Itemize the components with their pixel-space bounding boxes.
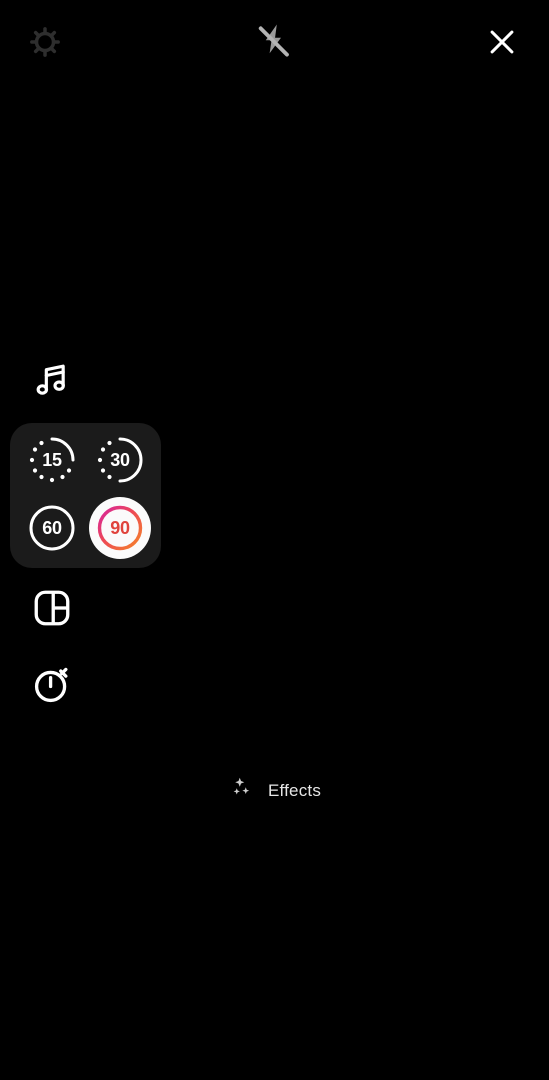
effects-carousel[interactable] <box>0 845 549 937</box>
duration-option-15[interactable]: 15 <box>18 426 86 494</box>
effects-label: Effects <box>267 781 322 800</box>
close-icon <box>485 25 519 64</box>
duration-option-90[interactable]: 90 <box>86 494 154 562</box>
duration-label-90: 90 <box>110 517 130 538</box>
duration-label-15: 15 <box>42 449 62 470</box>
duration-option-60[interactable]: 60 <box>18 494 86 562</box>
top-bar <box>0 0 549 92</box>
effects-header[interactable]: Effects <box>0 772 549 810</box>
sparkles-icon <box>228 774 258 809</box>
duration-label-60: 60 <box>42 517 62 538</box>
settings-button[interactable] <box>21 20 69 68</box>
layout-button[interactable] <box>24 582 80 638</box>
duration-label-30: 30 <box>110 449 130 470</box>
gear-icon <box>25 22 65 67</box>
duration-option-30[interactable]: 30 <box>86 426 154 494</box>
timer-button[interactable] <box>24 658 80 714</box>
stopwatch-icon <box>31 663 73 710</box>
bottom-bar: T STORY REEL LIVE <box>0 985 549 1080</box>
duration-panel: 15 30 60 90 <box>10 423 161 568</box>
layout-grid-icon <box>31 587 73 634</box>
music-button[interactable] <box>24 353 80 409</box>
flash-toggle-button[interactable] <box>248 18 300 70</box>
flash-off-icon <box>253 21 295 68</box>
close-button[interactable] <box>478 20 526 68</box>
music-note-icon <box>32 359 72 404</box>
camera-screen: 15 30 60 90 Effects <box>0 0 549 1080</box>
